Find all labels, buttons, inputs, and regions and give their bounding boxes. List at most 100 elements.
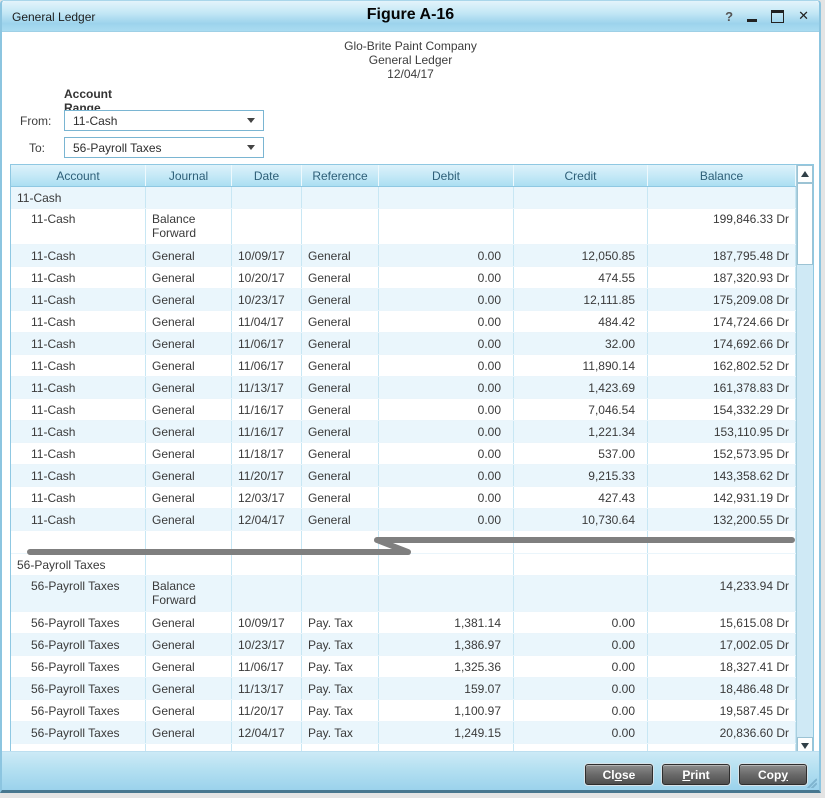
cell-balance: 175,209.08 Dr xyxy=(648,289,796,310)
cell-date xyxy=(232,531,302,553)
cell-date: 11/13/17 xyxy=(232,678,302,699)
cell-date xyxy=(232,209,302,244)
close-icon[interactable]: ✕ xyxy=(798,8,809,24)
cell-reference xyxy=(302,531,379,553)
section-header-row: 56-Payroll Taxes xyxy=(11,554,796,576)
cell-journal: General xyxy=(146,267,232,288)
cell-reference: General xyxy=(302,399,379,420)
cell-journal xyxy=(146,187,232,208)
report-date: 12/04/17 xyxy=(2,67,819,81)
close-button[interactable]: Close xyxy=(585,764,653,785)
cell-balance xyxy=(648,187,796,208)
cell-debit: 0.00 xyxy=(379,289,514,310)
ledger-row: 56-Payroll TaxesBalance Forward14,233.94… xyxy=(11,576,796,612)
cell-journal: General xyxy=(146,399,232,420)
cell-credit: 0.00 xyxy=(514,634,648,655)
cell-debit xyxy=(379,187,514,208)
cell-date: 11/04/17 xyxy=(232,311,302,332)
scrollbar-thumb[interactable] xyxy=(797,183,813,265)
ledger-row: 11-CashGeneral10/09/17General0.0012,050.… xyxy=(11,245,796,267)
ledger-row: 56-Payroll TaxesGeneral11/20/17Pay. Tax1… xyxy=(11,700,796,722)
cell-debit: 159.07 xyxy=(379,678,514,699)
footer-bar: Close Print Copy xyxy=(2,751,819,790)
cell-date: 11/06/17 xyxy=(232,355,302,376)
cell-credit: 427.43 xyxy=(514,487,648,508)
to-account-dropdown[interactable]: 56-Payroll Taxes xyxy=(64,137,264,158)
column-header-reference: Reference xyxy=(302,165,379,186)
column-header-credit: Credit xyxy=(514,165,648,186)
cell-debit: 0.00 xyxy=(379,421,514,442)
cell-journal: General xyxy=(146,333,232,354)
cell-balance xyxy=(648,554,796,575)
cell-account: 56-Payroll Taxes xyxy=(11,554,146,575)
cell-account: 11-Cash xyxy=(11,267,146,288)
cell-credit: 0.00 xyxy=(514,700,648,721)
cell-reference xyxy=(302,554,379,575)
cell-account: 11-Cash xyxy=(11,187,146,208)
cell-reference: Pay. Tax xyxy=(302,722,379,743)
cell-date: 11/13/17 xyxy=(232,377,302,398)
cell-credit: 0.00 xyxy=(514,612,648,633)
cell-journal: General xyxy=(146,700,232,721)
copy-button[interactable]: Copy xyxy=(739,764,807,785)
resize-grip-icon[interactable] xyxy=(805,776,817,788)
cell-debit: 0.00 xyxy=(379,465,514,486)
ledger-row: 56-Payroll TaxesGeneral10/23/17Pay. Tax1… xyxy=(11,634,796,656)
cell-reference: General xyxy=(302,421,379,442)
cell-date: 10/23/17 xyxy=(232,289,302,310)
cell-debit: 0.00 xyxy=(379,377,514,398)
cell-credit: 474.55 xyxy=(514,267,648,288)
cell-debit: 0.00 xyxy=(379,333,514,354)
cell-account: 11-Cash xyxy=(11,355,146,376)
cell-balance: 187,320.93 Dr xyxy=(648,267,796,288)
cell-debit: 0.00 xyxy=(379,245,514,266)
cell-account: 11-Cash xyxy=(11,245,146,266)
cell-journal: General xyxy=(146,311,232,332)
ledger-row: 11-CashGeneral11/13/17General0.001,423.6… xyxy=(11,377,796,399)
minimize-icon[interactable] xyxy=(747,8,757,24)
cell-date xyxy=(232,187,302,208)
report-name: General Ledger xyxy=(2,53,819,67)
cell-date: 10/20/17 xyxy=(232,267,302,288)
cell-date: 11/06/17 xyxy=(232,656,302,677)
print-button[interactable]: Print xyxy=(662,764,730,785)
from-label: From: xyxy=(20,114,51,128)
column-header-account: Account xyxy=(11,165,146,186)
cell-journal: General xyxy=(146,509,232,530)
chevron-down-icon xyxy=(247,145,255,150)
cell-credit xyxy=(514,554,648,575)
cell-journal: General xyxy=(146,465,232,486)
ledger-row: 11-CashGeneral10/20/17General0.00474.551… xyxy=(11,267,796,289)
ledger-row: 11-CashGeneral12/04/17General0.0010,730.… xyxy=(11,509,796,531)
from-account-dropdown[interactable]: 11-Cash xyxy=(64,110,264,131)
column-header-journal: Journal xyxy=(146,165,232,186)
cell-reference: Pay. Tax xyxy=(302,700,379,721)
cell-balance: 18,327.41 Dr xyxy=(648,656,796,677)
cell-credit: 537.00 xyxy=(514,443,648,464)
cell-credit: 11,890.14 xyxy=(514,355,648,376)
vertical-scrollbar[interactable] xyxy=(796,165,813,755)
cell-reference: Pay. Tax xyxy=(302,634,379,655)
cell-account: 56-Payroll Taxes xyxy=(11,576,146,611)
scroll-up-button[interactable] xyxy=(797,165,813,183)
cell-account xyxy=(11,531,146,553)
help-icon[interactable]: ? xyxy=(725,8,733,24)
from-account-value: 11-Cash xyxy=(65,114,247,128)
cell-journal: General xyxy=(146,487,232,508)
cell-debit: 0.00 xyxy=(379,487,514,508)
maximize-icon[interactable] xyxy=(771,8,784,24)
cell-reference: General xyxy=(302,377,379,398)
to-account-value: 56-Payroll Taxes xyxy=(65,141,247,155)
cell-debit: 1,100.97 xyxy=(379,700,514,721)
cell-debit: 1,386.97 xyxy=(379,634,514,655)
cell-reference: General xyxy=(302,267,379,288)
cell-debit: 0.00 xyxy=(379,443,514,464)
cell-debit: 0.00 xyxy=(379,509,514,530)
cell-journal: General xyxy=(146,722,232,743)
cell-credit xyxy=(514,576,648,611)
ledger-row: 11-CashGeneral11/06/17General0.0032.0017… xyxy=(11,333,796,355)
cell-account: 56-Payroll Taxes xyxy=(11,700,146,721)
cell-debit xyxy=(379,531,514,553)
cell-account: 11-Cash xyxy=(11,421,146,442)
cell-journal: General xyxy=(146,443,232,464)
